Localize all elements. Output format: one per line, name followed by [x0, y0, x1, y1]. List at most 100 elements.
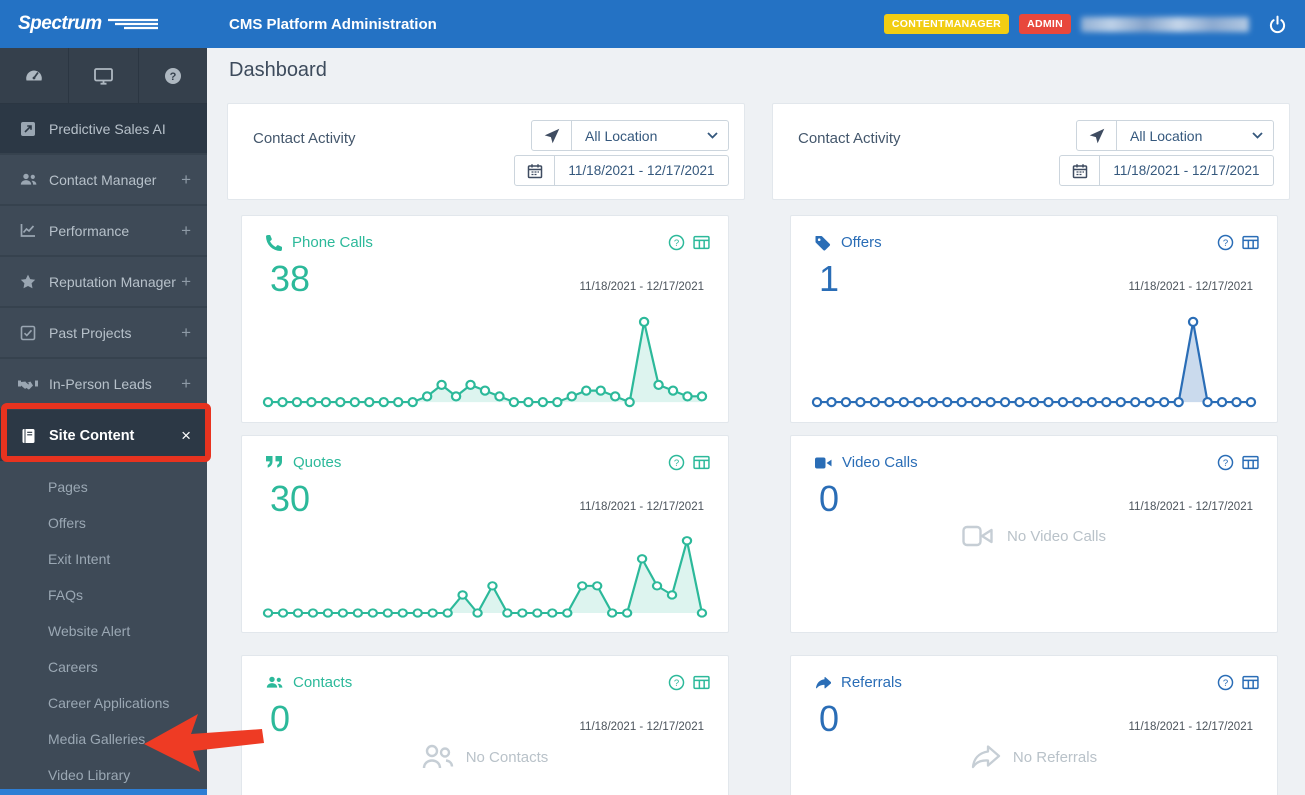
handshake-icon [16, 377, 40, 391]
phone-icon [266, 234, 282, 251]
close-icon[interactable]: × [181, 426, 191, 446]
date-range-input[interactable]: 11/18/2021 - 12/17/2021 [1059, 155, 1274, 186]
empty-state-text: No Video Calls [1007, 527, 1106, 545]
sidebar-item-performance[interactable]: Performance + [0, 206, 207, 257]
sidebar-item-past-projects[interactable]: Past Projects + [0, 308, 207, 359]
date-range-input[interactable]: 11/18/2021 - 12/17/2021 [514, 155, 729, 186]
help-circle-icon[interactable]: ? [1217, 454, 1234, 471]
users-outline-icon [422, 744, 454, 770]
submenu-item-exit-intent[interactable]: Exit Intent [0, 541, 207, 577]
quotes-sparkline-chart [258, 530, 712, 621]
share-arrow-outline-icon [971, 744, 1001, 770]
location-select[interactable]: All Location [531, 120, 729, 151]
card-header: Offers [815, 234, 882, 251]
card-header: Contacts [266, 674, 352, 691]
expand-plus-icon[interactable]: + [181, 170, 191, 190]
table-view-icon[interactable] [693, 454, 710, 471]
sidebar-active-item-strip [0, 789, 207, 795]
submenu-item-faqs[interactable]: FAQs [0, 577, 207, 613]
empty-state-text: No Contacts [465, 748, 549, 766]
power-icon [1269, 15, 1285, 33]
submenu-item-careers[interactable]: Careers [0, 649, 207, 685]
metric-value: 30 [270, 478, 311, 519]
calendar-icon [515, 156, 555, 185]
sidebar-item-reputation-manager[interactable]: Reputation Manager + [0, 257, 207, 308]
expand-plus-icon[interactable]: + [181, 221, 191, 241]
sidebar-tab-dashboard[interactable] [0, 48, 70, 103]
metric-date-range: 11/18/2021 - 12/17/2021 [579, 281, 704, 293]
sidebar-item-label: Reputation Manager [49, 273, 176, 290]
metric-value: 0 [819, 698, 840, 739]
main-content: Dashboard Contact Activity All Location … [207, 48, 1305, 795]
sidebar-item-predictive-sales-ai[interactable]: Predictive Sales AI [0, 104, 207, 155]
sidebar-item-in-person-leads[interactable]: In-Person Leads + [0, 359, 207, 410]
metric-card-referrals: Referrals ? 0 11/18/2021 - 12/17/2021 No… [790, 655, 1278, 795]
card-actions: ? [1217, 454, 1259, 471]
sidebar-item-site-content[interactable]: Site Content × [0, 410, 207, 461]
metric-card-video-calls: Video Calls ? 0 11/18/2021 - 12/17/2021 … [790, 435, 1278, 633]
empty-state: No Contacts [242, 744, 728, 770]
sidebar-item-label: Past Projects [49, 324, 132, 341]
svg-text:?: ? [674, 678, 679, 689]
submenu-item-offers[interactable]: Offers [0, 505, 207, 541]
card-title: Video Calls [842, 454, 918, 471]
card-header: Quotes [266, 454, 341, 471]
video-camera-icon [815, 457, 832, 468]
submenu-item-website-alert[interactable]: Website Alert [0, 613, 207, 649]
table-view-icon[interactable] [693, 234, 710, 251]
location-select[interactable]: All Location [1076, 120, 1274, 151]
chart-line-icon [16, 223, 40, 238]
sidebar-tab-desktop[interactable] [69, 48, 139, 103]
help-circle-icon[interactable]: ? [1217, 234, 1234, 251]
submenu-item-career-applications[interactable]: Career Applications [0, 685, 207, 721]
svg-text:?: ? [674, 458, 679, 469]
app-title: CMS Platform Administration [229, 15, 437, 33]
sidebar-item-label: Site Content [49, 427, 135, 444]
svg-text:?: ? [169, 71, 176, 83]
svg-text:?: ? [674, 238, 679, 249]
sidebar-item-label: In-Person Leads [49, 375, 152, 392]
help-circle-icon[interactable]: ? [668, 674, 685, 691]
logout-power-button[interactable] [1265, 12, 1289, 36]
submenu-item-video-library[interactable]: Video Library [0, 757, 207, 793]
users-icon [16, 172, 40, 187]
date-range-value: 11/18/2021 - 12/17/2021 [1113, 163, 1260, 178]
table-view-icon[interactable] [1242, 234, 1259, 251]
expand-plus-icon[interactable]: + [181, 374, 191, 394]
table-view-icon[interactable] [1242, 454, 1259, 471]
empty-state: No Video Calls [791, 524, 1277, 548]
logo-speed-lines-icon [107, 18, 158, 30]
sidebar-icon-tabs: ? [0, 48, 207, 104]
card-title: Phone Calls [292, 234, 373, 251]
help-circle-icon[interactable]: ? [668, 454, 685, 471]
date-range-value: 11/18/2021 - 12/17/2021 [568, 163, 715, 178]
sidebar-tab-help[interactable]: ? [139, 48, 207, 103]
help-circle-icon[interactable]: ? [668, 234, 685, 251]
calendar-icon [1060, 156, 1100, 185]
metric-card-phone-calls: Phone Calls ? 38 11/18/2021 - 12/17/2021 [241, 215, 729, 423]
card-title: Referrals [841, 674, 902, 691]
panel-title: Contact Activity [798, 130, 901, 147]
role-badge-contentmanager: CONTENTMANAGER [883, 14, 1010, 34]
expand-plus-icon[interactable]: + [181, 272, 191, 292]
metric-date-range: 11/18/2021 - 12/17/2021 [579, 721, 704, 733]
phone-calls-sparkline-chart [258, 310, 712, 411]
help-circle-icon[interactable]: ? [1217, 674, 1234, 691]
table-view-icon[interactable] [1242, 674, 1259, 691]
metric-date-range: 11/18/2021 - 12/17/2021 [1128, 281, 1253, 293]
metric-value: 0 [819, 478, 840, 519]
expand-plus-icon[interactable]: + [181, 323, 191, 343]
cms-dashboard-screen: { "topbar": { "logo_text": "Spectrum", "… [0, 0, 1305, 795]
card-title: Quotes [293, 454, 342, 471]
submenu-item-media-galleries[interactable]: Media Galleries [0, 721, 207, 757]
sidebar-item-contact-manager[interactable]: Contact Manager + [0, 155, 207, 206]
metric-card-quotes: Quotes ? 30 11/18/2021 - 12/17/2021 [241, 435, 729, 633]
chevron-down-icon [1252, 121, 1273, 150]
card-actions: ? [668, 454, 710, 471]
check-square-icon [16, 325, 40, 341]
card-actions: ? [1217, 674, 1259, 691]
metric-value: 1 [819, 258, 840, 299]
metric-card-contacts: Contacts ? 0 11/18/2021 - 12/17/2021 No … [241, 655, 729, 795]
submenu-item-pages[interactable]: Pages [0, 469, 207, 505]
table-view-icon[interactable] [693, 674, 710, 691]
